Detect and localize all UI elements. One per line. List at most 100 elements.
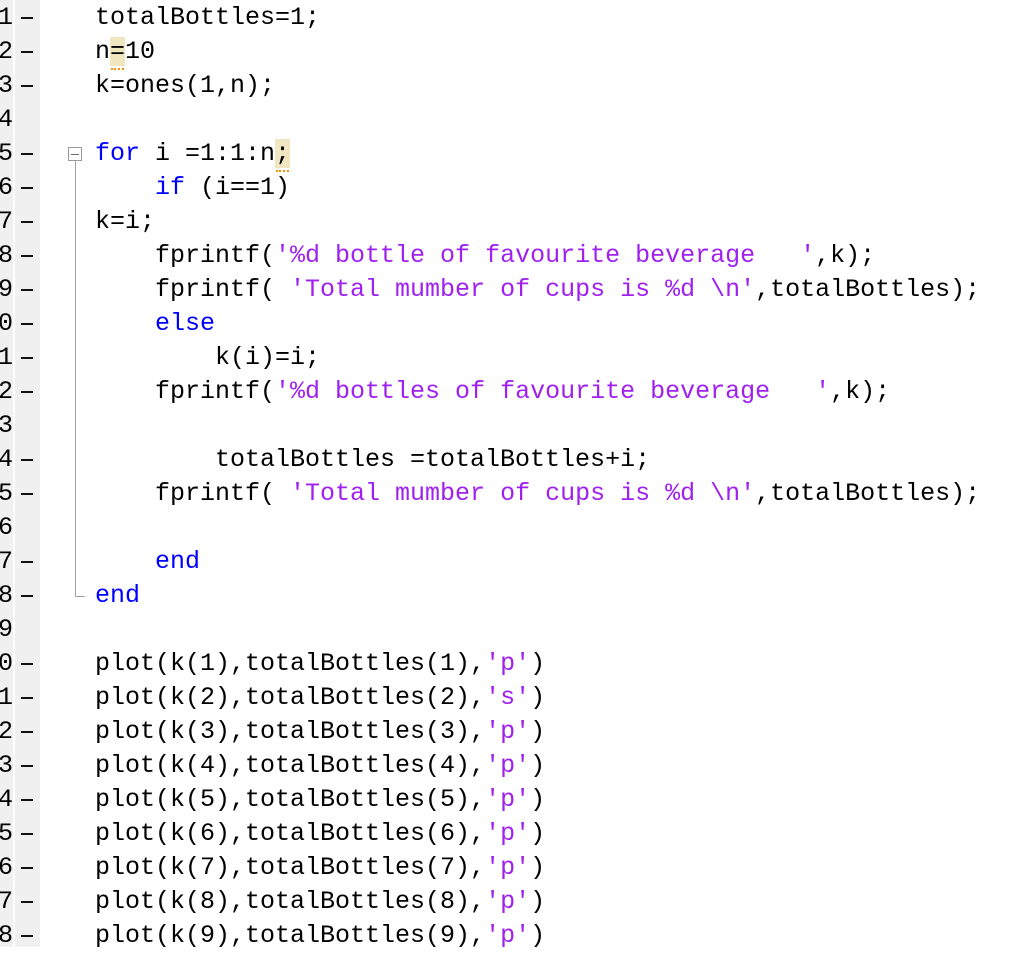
code-text: totalBottles =totalBottles+i; — [215, 447, 650, 473]
warning-highlight[interactable]: ; — [275, 139, 291, 172]
code-line[interactable]: 17 end — [0, 545, 1024, 579]
code-text: fprintf('%d bottle of favourite beverage… — [155, 243, 875, 269]
executable-line-marker[interactable] — [21, 459, 33, 461]
executable-line-marker[interactable] — [21, 187, 33, 189]
line-number: 18 — [0, 581, 13, 610]
code-text: plot(k(5),totalBottles(5),'p') — [95, 787, 545, 813]
string-token: 'p' — [485, 785, 531, 814]
line-number: 12 — [0, 377, 13, 406]
code-line[interactable]: 7 k=i; — [0, 205, 1024, 239]
executable-line-marker[interactable] — [21, 357, 33, 359]
executable-line-marker[interactable] — [21, 901, 33, 903]
code-token: ) — [530, 751, 546, 780]
code-line[interactable]: 28 plot(k(9),totalBottles(9),'p') — [0, 919, 1024, 953]
executable-line-marker[interactable] — [21, 731, 33, 733]
code-line[interactable]: 19 — [0, 613, 1024, 647]
code-line[interactable]: 24 plot(k(5),totalBottles(5),'p') — [0, 783, 1024, 817]
executable-line-marker[interactable] — [21, 935, 33, 937]
executable-line-marker[interactable] — [21, 255, 33, 257]
line-number: 27 — [0, 887, 13, 916]
line-number: 16 — [0, 513, 13, 542]
line-number: 25 — [0, 819, 13, 848]
code-line[interactable]: 14 totalBottles =totalBottles+i; — [0, 443, 1024, 477]
code-text: plot(k(4),totalBottles(4),'p') — [95, 753, 545, 779]
string-token: 'Total mumber of cups is %d \n' — [290, 479, 756, 508]
code-token: ) — [530, 887, 546, 916]
code-token: 10 — [125, 37, 156, 66]
executable-line-marker[interactable] — [21, 323, 33, 325]
code-line[interactable]: 18 end — [0, 579, 1024, 613]
line-number: 14 — [0, 445, 13, 474]
executable-line-marker[interactable] — [21, 663, 33, 665]
code-line[interactable]: 13 — [0, 409, 1024, 443]
executable-line-marker[interactable] — [21, 391, 33, 393]
string-token: 'p' — [485, 819, 531, 848]
string-token: 'Total mumber of cups is %d \n' — [290, 275, 756, 304]
code-token: fprintf( — [155, 241, 276, 270]
code-token: ) — [530, 649, 546, 678]
code-text: end — [155, 549, 200, 575]
line-number: 3 — [0, 71, 13, 100]
code-line[interactable]: 2 n= 10 — [0, 35, 1024, 70]
warning-highlight[interactable]: = — [110, 37, 126, 70]
code-text: plot(k(2),totalBottles(2),'s') — [95, 685, 545, 711]
code-line[interactable]: 3 k=ones(1,n); — [0, 69, 1024, 103]
string-token: 's' — [485, 683, 531, 712]
executable-line-marker[interactable] — [21, 867, 33, 869]
code-token: ) — [530, 717, 546, 746]
string-token: '%d bottle of favourite beverage ' — [275, 241, 816, 270]
executable-line-marker[interactable] — [21, 799, 33, 801]
string-token: 'p' — [485, 717, 531, 746]
line-number: 23 — [0, 751, 13, 780]
executable-line-marker[interactable] — [21, 765, 33, 767]
code-token: i =1:1:n — [140, 139, 276, 168]
string-token: 'p' — [485, 887, 531, 916]
fold-collapse-icon[interactable] — [68, 147, 82, 161]
executable-line-marker[interactable] — [21, 85, 33, 87]
code-line[interactable]: 25 plot(k(6),totalBottles(6),'p') — [0, 817, 1024, 851]
code-token: ,k); — [830, 377, 891, 406]
code-line[interactable]: 15 fprintf( 'Total mumber of cups is %d \… — [0, 477, 1024, 511]
code-line[interactable]: 10 else — [0, 307, 1024, 341]
line-number: 2 — [0, 37, 13, 66]
code-editor[interactable]: 1 totalBottles=1; 2 n= 10 3 k=ones(1,n); 4 5 for … — [0, 0, 1024, 949]
code-line[interactable]: 22 plot(k(3),totalBottles(3),'p') — [0, 715, 1024, 749]
code-line[interactable]: 5 for i =1:1:n; — [0, 137, 1024, 172]
executable-line-marker[interactable] — [21, 289, 33, 291]
string-token: 'p' — [485, 649, 531, 678]
executable-line-marker[interactable] — [21, 51, 33, 53]
executable-line-marker[interactable] — [21, 833, 33, 835]
line-number: 7 — [0, 207, 13, 236]
code-line[interactable]: 16 — [0, 511, 1024, 545]
code-token: plot(k(7),totalBottles(7), — [95, 853, 486, 882]
fold-end-marker — [75, 596, 85, 597]
code-line[interactable]: 26 plot(k(7),totalBottles(7),'p') — [0, 851, 1024, 885]
code-line[interactable]: 27 plot(k(8),totalBottles(8),'p') — [0, 885, 1024, 919]
executable-line-marker[interactable] — [21, 221, 33, 223]
executable-line-marker[interactable] — [21, 697, 33, 699]
executable-line-marker[interactable] — [21, 561, 33, 563]
line-number: 24 — [0, 785, 13, 814]
executable-line-marker[interactable] — [21, 17, 33, 19]
code-text: fprintf('%d bottles of favourite beverag… — [155, 379, 890, 405]
code-line[interactable]: 9 fprintf( 'Total mumber of cups is %d \n… — [0, 273, 1024, 307]
executable-line-marker[interactable] — [21, 595, 33, 597]
code-line[interactable]: 4 — [0, 103, 1024, 137]
code-text: plot(k(8),totalBottles(8),'p') — [95, 889, 545, 915]
code-line[interactable]: 6 if (i==1) — [0, 171, 1024, 205]
line-number: 13 — [0, 411, 13, 440]
code-token: ,totalBottles); — [755, 275, 981, 304]
code-token: plot(k(8),totalBottles(8), — [95, 887, 486, 916]
line-number: 26 — [0, 853, 13, 882]
code-line[interactable]: 20 plot(k(1),totalBottles(1),'p') — [0, 647, 1024, 681]
executable-line-marker[interactable] — [21, 493, 33, 495]
executable-line-marker[interactable] — [21, 153, 33, 155]
code-line[interactable]: 21 plot(k(2),totalBottles(2),'s') — [0, 681, 1024, 715]
code-line[interactable]: 11 k(i)=i; — [0, 341, 1024, 375]
code-line[interactable]: 1 totalBottles=1; — [0, 1, 1024, 35]
code-line[interactable]: 8 fprintf('%d bottle of favourite beverag… — [0, 239, 1024, 273]
code-line[interactable]: 12 fprintf('%d bottles of favourite bever… — [0, 375, 1024, 409]
code-text: fprintf( 'Total mumber of cups is %d \n'… — [155, 277, 980, 303]
code-token: plot(k(1),totalBottles(1), — [95, 649, 486, 678]
code-line[interactable]: 23 plot(k(4),totalBottles(4),'p') — [0, 749, 1024, 783]
